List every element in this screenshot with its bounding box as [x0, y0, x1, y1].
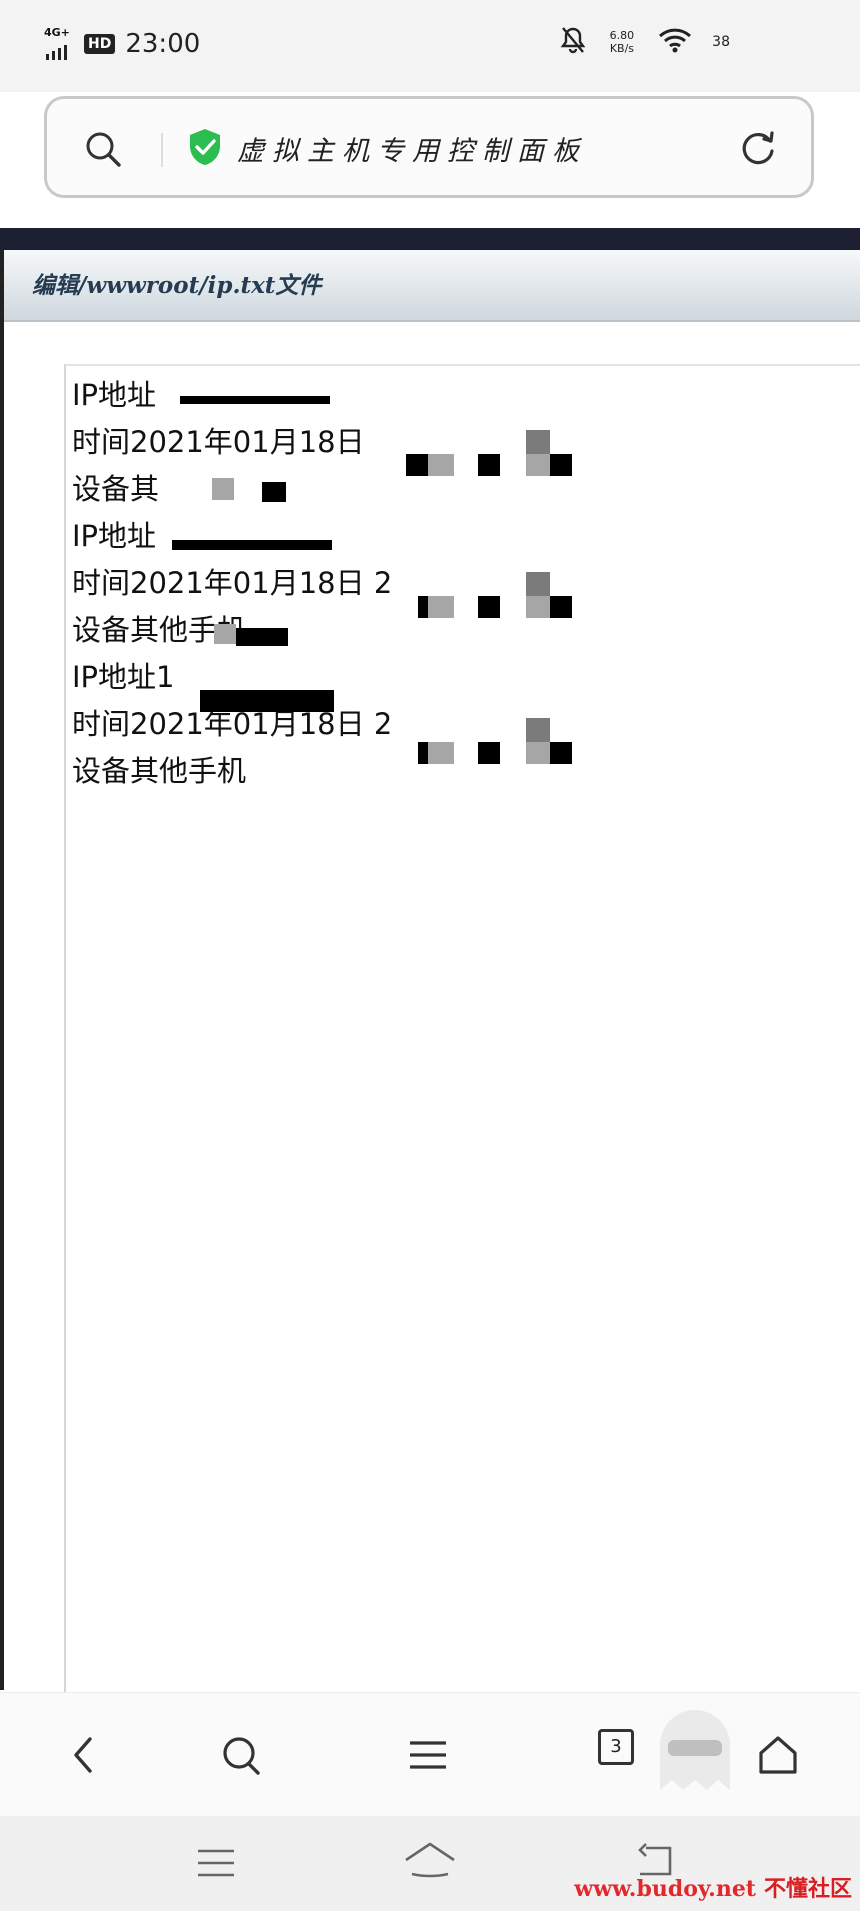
- security-shield-icon[interactable]: [187, 127, 223, 171]
- ghost-mascot-icon: [650, 1700, 740, 1804]
- watermark-brand: 不懂社区: [763, 1877, 852, 1902]
- network-speed: 6.80 KB/s: [610, 29, 635, 55]
- mute-bell-icon: [560, 26, 586, 58]
- back-icon[interactable]: [64, 1733, 104, 1781]
- status-bar: 4G+ HD 23:00 6.80 KB/s 38: [0, 0, 860, 92]
- cellular-signal-icon: 4G+: [44, 26, 74, 62]
- tabs-button[interactable]: 3: [598, 1729, 634, 1765]
- status-left: 4G+ HD 23:00: [44, 26, 200, 62]
- recent-apps-icon[interactable]: [196, 1846, 236, 1884]
- page-top-band: [0, 228, 860, 250]
- speed-unit: KB/s: [609, 42, 635, 55]
- watermark-url: www.budoy.net: [574, 1876, 756, 1902]
- site-watermark: www.budoy.net 不懂社区: [574, 1871, 852, 1903]
- network-type: 4G+: [44, 26, 70, 39]
- file-line: 时间2021年01月18日 2: [72, 566, 393, 600]
- clock: 23:00: [125, 29, 201, 59]
- file-line: 设备其他手机: [72, 754, 247, 788]
- home-icon[interactable]: [756, 1733, 800, 1781]
- hd-badge: HD: [84, 34, 116, 54]
- editor-heading-text: 编辑/wwwroot/ip.txt文件: [32, 272, 322, 299]
- status-right: 6.80 KB/s 38: [560, 26, 730, 58]
- speed-value: 6.80: [609, 29, 635, 42]
- search-icon[interactable]: [220, 1733, 262, 1781]
- file-line: IP地址: [72, 519, 157, 553]
- reload-icon[interactable]: [737, 127, 779, 173]
- page-left-border: [0, 250, 4, 1690]
- address-bar[interactable]: 虚拟主机专用控制面板: [44, 96, 814, 198]
- page-title[interactable]: 虚拟主机专用控制面板: [237, 129, 587, 168]
- wifi-icon: [658, 27, 692, 57]
- search-icon[interactable]: [83, 129, 123, 173]
- home-icon[interactable]: [402, 1840, 458, 1886]
- battery-level: 38: [712, 34, 730, 50]
- menu-icon[interactable]: [406, 1733, 450, 1781]
- editor-heading: 编辑/wwwroot/ip.txt文件: [4, 250, 860, 322]
- system-nav-bar: www.budoy.net 不懂社区: [0, 1816, 860, 1911]
- address-divider: [161, 133, 163, 167]
- file-content: IP地址 时间2021年01月18日 设备其 IP地址 时间2021年01月18…: [72, 372, 392, 795]
- file-line: 时间2021年01月18日: [72, 425, 365, 459]
